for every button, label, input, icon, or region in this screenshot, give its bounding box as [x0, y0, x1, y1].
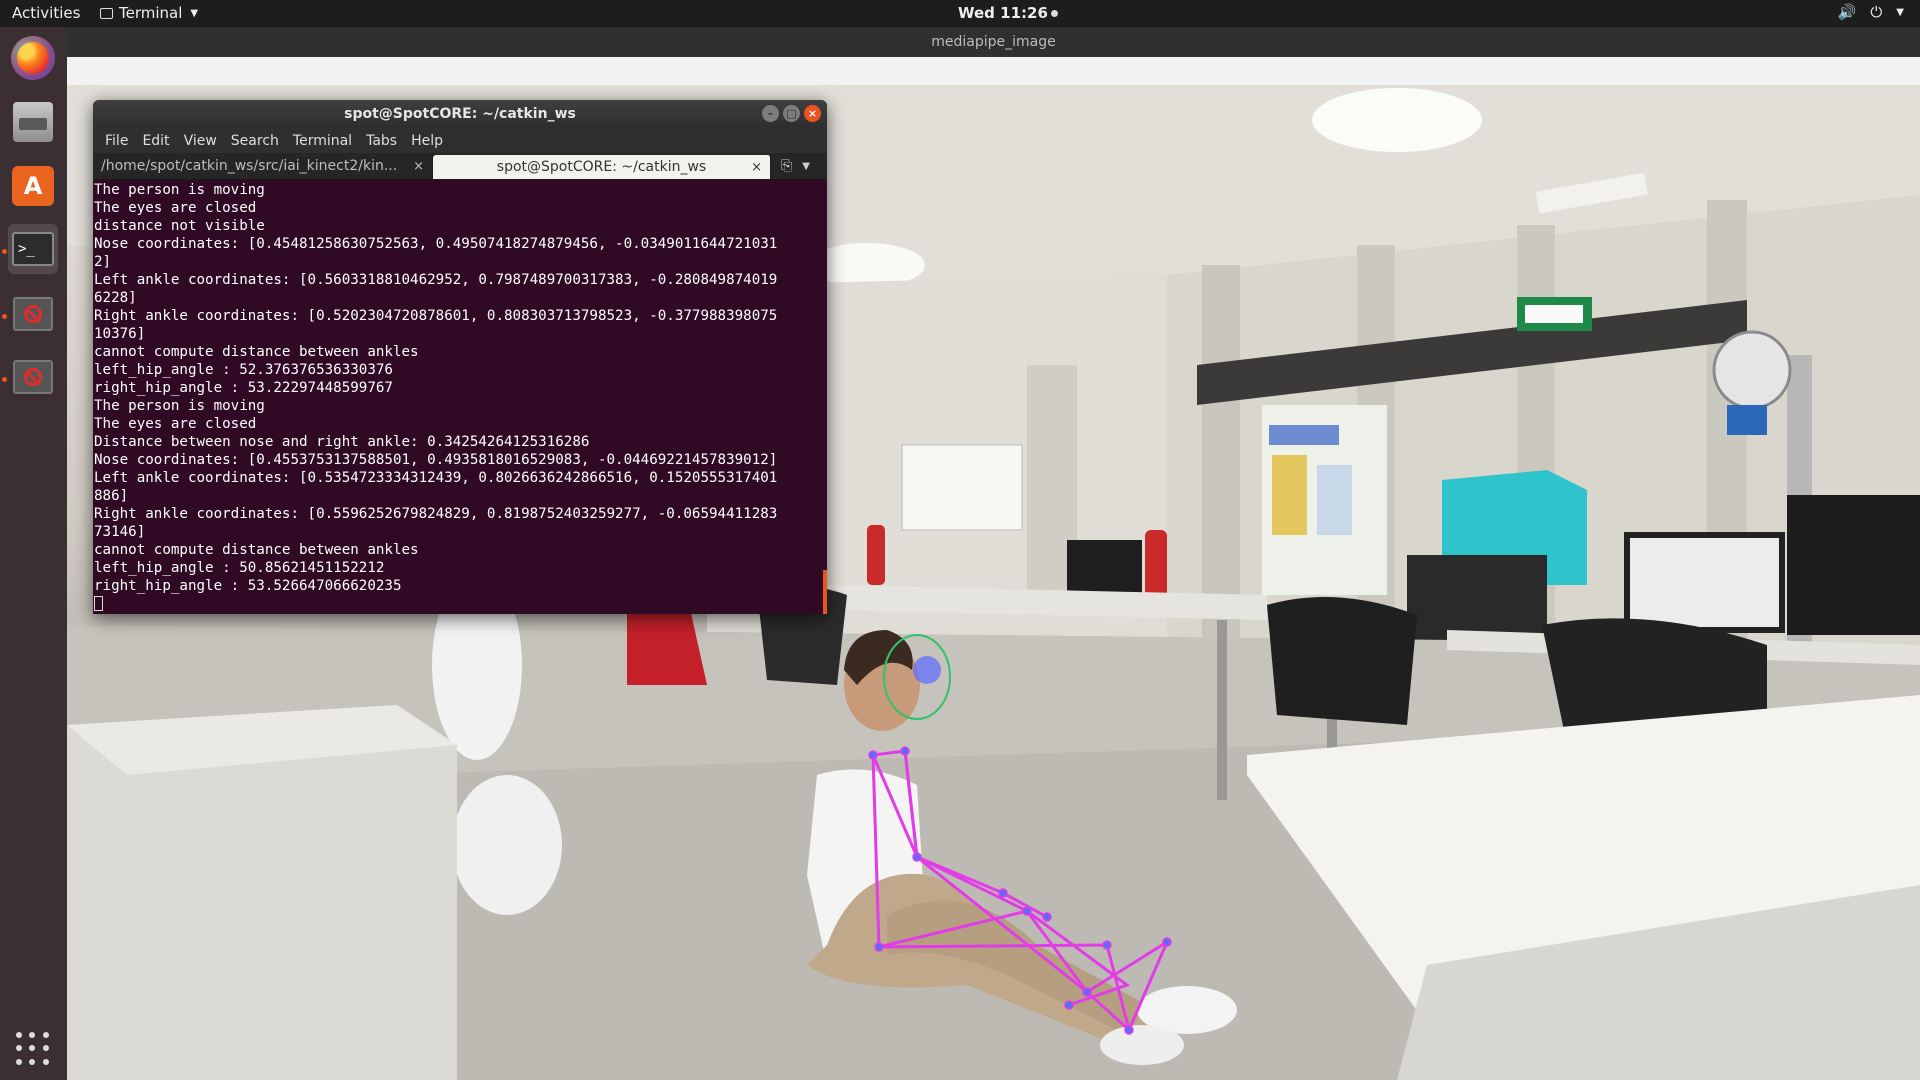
menu-search[interactable]: Search: [224, 133, 286, 149]
maximize-button[interactable]: □: [783, 105, 800, 122]
chair: [1267, 597, 1417, 725]
show-applications-icon[interactable]: [16, 1032, 50, 1066]
dock-blocked-app[interactable]: [8, 352, 58, 402]
terminal-line: Left ankle coordinates: [0.5603318810462…: [94, 272, 778, 288]
terminal-titlebar[interactable]: spot@SpotCORE: ~/catkin_ws – □ ×: [93, 100, 827, 128]
power-icon[interactable]: ⏻: [1870, 3, 1882, 23]
terminal-line: The eyes are closed: [94, 416, 257, 432]
minimize-button[interactable]: –: [762, 105, 779, 122]
terminal-window[interactable]: spot@SpotCORE: ~/catkin_ws – □ × File Ed…: [93, 100, 827, 614]
terminal-line: cannot compute distance between ankles: [94, 344, 419, 360]
terminal-line: Nose coordinates: [0.45481258630752563, …: [94, 236, 778, 252]
terminal-line: The person is moving: [94, 398, 265, 414]
menu-view[interactable]: View: [177, 133, 224, 149]
terminal-tabbar: /home/spot/catkin_ws/src/iai_kinect2/kin…: [93, 153, 827, 180]
top-bar: Activities Terminal ▼ Wed 11:26 🔊 ⏻ ▼: [0, 0, 1920, 27]
tab-catkin-ws[interactable]: spot@SpotCORE: ~/catkin_ws ×: [433, 155, 771, 179]
image-window-title: mediapipe_image: [931, 34, 1056, 50]
terminal-line: 73146]: [94, 524, 146, 540]
menu-help[interactable]: Help: [404, 133, 450, 149]
terminal-line: Right ankle coordinates: [0.559625267982…: [94, 506, 778, 522]
new-tab-icon[interactable]: ⎘: [781, 158, 792, 174]
clock-label: Wed 11:26: [958, 4, 1048, 22]
tab-kinect2[interactable]: /home/spot/catkin_ws/src/iai_kinect2/kin…: [93, 153, 433, 179]
blocked-app-icon: [13, 360, 53, 394]
terminal-icon: >_: [12, 232, 54, 266]
running-indicator: [2, 314, 7, 319]
terminal-line: Left ankle coordinates: [0.5354723334312…: [94, 470, 778, 486]
window-controls: – □ ×: [762, 105, 821, 122]
firefox-icon: [11, 36, 55, 80]
image-window-toolbar: [67, 57, 1920, 85]
files-icon: [13, 102, 53, 142]
activities-button[interactable]: Activities: [12, 4, 80, 22]
terminal-output[interactable]: The person is moving The eyes are closed d…: [93, 180, 827, 611]
menu-terminal[interactable]: Terminal: [286, 133, 359, 149]
menu-tabs[interactable]: Tabs: [359, 133, 404, 149]
terminal-line: left_hip_angle : 50.85621451152212: [94, 560, 385, 576]
chevron-down-icon[interactable]: ▼: [1896, 3, 1904, 23]
running-indicator: [2, 249, 7, 254]
running-indicator: [2, 377, 7, 382]
whiteboard: [901, 444, 1023, 531]
volume-icon[interactable]: 🔊: [1838, 3, 1857, 23]
terminal-small-icon: [100, 7, 113, 19]
tab-close-icon[interactable]: ×: [413, 159, 424, 174]
notification-dot-icon: [1050, 10, 1058, 17]
terminal-line: cannot compute distance between ankles: [94, 542, 419, 558]
dock-files[interactable]: [8, 97, 58, 147]
clock[interactable]: Wed 11:26: [958, 4, 1058, 22]
ceiling-light: [1312, 88, 1482, 152]
terminal-cursor: [94, 596, 103, 611]
tab-close-icon[interactable]: ×: [751, 160, 762, 175]
dock: A >_: [0, 27, 67, 1080]
terminal-title: spot@SpotCORE: ~/catkin_ws: [344, 106, 576, 122]
terminal-line: The person is moving: [94, 182, 265, 198]
dock-software[interactable]: A: [8, 161, 58, 211]
terminal-line: Right ankle coordinates: [0.520230472087…: [94, 308, 778, 324]
terminal-line: 10376]: [94, 326, 146, 342]
terminal-menubar: File Edit View Search Terminal Tabs Help: [93, 128, 827, 153]
software-center-icon: A: [12, 166, 54, 206]
terminal-line: 2]: [94, 254, 112, 270]
image-window-titlebar[interactable]: mediapipe_image: [67, 27, 1920, 57]
terminal-line: Nose coordinates: [0.4553753137588501, 0…: [94, 452, 778, 468]
monitor: [1624, 532, 1785, 633]
tab-tools: ⎘ ▼: [771, 153, 810, 179]
close-button[interactable]: ×: [804, 105, 821, 122]
app-menu-label: Terminal: [119, 4, 183, 22]
tab-label: spot@SpotCORE: ~/catkin_ws: [496, 159, 707, 175]
terminal-line: Distance between nose and right ankle: 0…: [94, 434, 590, 450]
terminal-line: right_hip_angle : 53.22297448599767: [94, 380, 393, 396]
system-tray[interactable]: 🔊 ⏻ ▼: [1838, 3, 1904, 23]
terminal-line: 886]: [94, 488, 129, 504]
dock-blocked-app[interactable]: [8, 289, 58, 339]
dock-firefox[interactable]: [8, 33, 58, 83]
laptop: [1407, 555, 1547, 640]
terminal-line: right_hip_angle : 53.526647066620235: [94, 578, 402, 594]
chevron-down-icon[interactable]: ▼: [802, 161, 810, 172]
menu-file[interactable]: File: [98, 133, 135, 149]
dock-terminal[interactable]: >_: [8, 224, 58, 274]
menu-edit[interactable]: Edit: [135, 133, 176, 149]
terminal-line: 6228]: [94, 290, 137, 306]
tab-label: /home/spot/catkin_ws/src/iai_kinect2/kin…: [101, 158, 398, 174]
chevron-down-icon: ▼: [190, 7, 199, 19]
terminal-line: left_hip_angle : 52.376376536330376: [94, 362, 393, 378]
blocked-app-icon: [13, 297, 53, 331]
terminal-line: The eyes are closed: [94, 200, 257, 216]
app-menu[interactable]: Terminal ▼: [100, 4, 198, 22]
terminal-scrollbar[interactable]: [823, 570, 827, 614]
terminal-line: distance not visible: [94, 218, 265, 234]
